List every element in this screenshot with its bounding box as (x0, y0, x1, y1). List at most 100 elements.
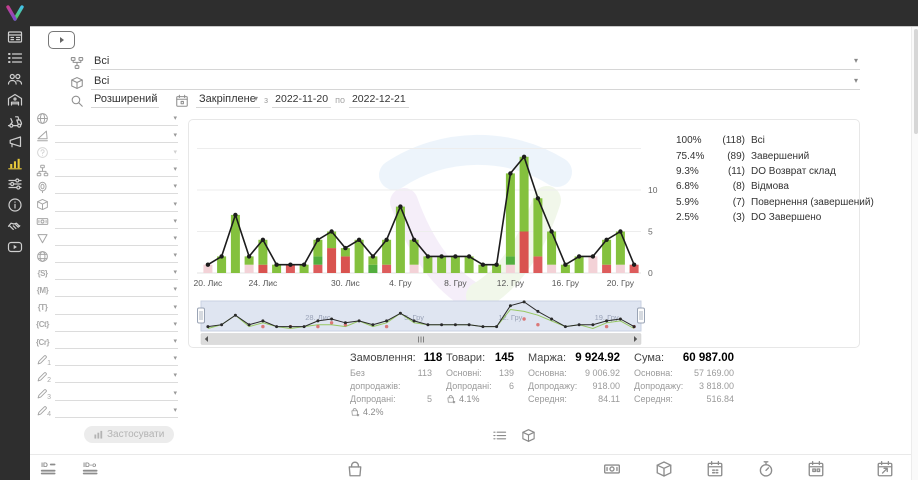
data-point[interactable] (206, 263, 210, 267)
bar-segment[interactable] (382, 265, 391, 273)
data-point[interactable] (632, 263, 636, 267)
chart-scrollbar[interactable] (201, 334, 641, 345)
bar-segment[interactable] (396, 207, 405, 273)
view-toggle-cube-icon[interactable] (521, 428, 536, 443)
sidebar-item-info-icon[interactable] (7, 197, 23, 213)
filter-select[interactable]: ▾ (55, 404, 178, 418)
data-point[interactable] (302, 263, 306, 267)
filter-select[interactable]: ▾ (55, 163, 178, 177)
filter-select[interactable]: ▾ (55, 112, 178, 126)
filter-select[interactable]: ▾ (55, 283, 178, 297)
legend-item[interactable]: 5.9% (7) Повернення (завершений) (661, 195, 874, 210)
bar-segment[interactable] (341, 256, 350, 273)
toolbar-id-o-lines-icon[interactable]: ID-o (80, 460, 102, 478)
bar-segment[interactable] (506, 265, 515, 273)
legend-item[interactable]: 75.4% (89) Завершений (661, 148, 874, 163)
sidebar-item-video-icon[interactable] (7, 239, 23, 255)
data-point[interactable] (219, 254, 223, 258)
view-toggle-list-icon[interactable] (492, 428, 507, 443)
toolbar-stopwatch-icon[interactable] (755, 460, 777, 478)
sidebar-item-customers-icon[interactable] (7, 71, 23, 87)
data-point[interactable] (591, 254, 595, 258)
data-point[interactable] (508, 171, 512, 175)
apply-button[interactable]: Застосувати (84, 426, 174, 443)
scrollbar-thumb[interactable] (914, 29, 918, 134)
filter-select[interactable]: ▾ (55, 232, 178, 246)
legend-item[interactable]: 6.8% (8) Відмова (661, 179, 874, 194)
sidebar-item-settings-sliders-icon[interactable] (7, 176, 23, 192)
data-point[interactable] (233, 213, 237, 217)
bar-segment[interactable] (451, 256, 460, 273)
data-point[interactable] (343, 246, 347, 250)
toolbar-bag-icon[interactable] (344, 460, 366, 478)
sidebar-item-announce-icon[interactable] (7, 134, 23, 150)
filter-select[interactable]: ▾ (55, 301, 178, 315)
bar-segment[interactable] (245, 265, 254, 273)
tutorial-video-button[interactable] (48, 31, 75, 49)
sidebar-item-partners-icon[interactable] (7, 218, 23, 234)
data-point[interactable] (398, 204, 402, 208)
toolbar-id-lines-icon[interactable]: ID (38, 460, 60, 478)
bar-segment[interactable] (313, 240, 322, 257)
data-point[interactable] (412, 238, 416, 242)
bar-segment[interactable] (327, 248, 336, 273)
bar-segment[interactable] (547, 232, 556, 265)
data-point[interactable] (439, 254, 443, 258)
data-point[interactable] (274, 263, 278, 267)
data-point[interactable] (577, 254, 581, 258)
filter-select[interactable]: ▾ (55, 352, 178, 366)
bar-segment[interactable] (616, 232, 625, 265)
data-point[interactable] (426, 254, 430, 258)
search-mode-select[interactable]: Розширений▾ (91, 93, 159, 108)
toolbar-cube-icon[interactable] (653, 460, 675, 478)
data-point[interactable] (371, 254, 375, 258)
filter-select[interactable]: ▾ (55, 266, 178, 280)
data-point[interactable] (522, 155, 526, 159)
data-point[interactable] (288, 263, 292, 267)
navigator-handle-left[interactable] (198, 308, 205, 323)
bar-segment[interactable] (258, 265, 267, 273)
data-point[interactable] (604, 238, 608, 242)
toolbar-calendar-grid-icon[interactable] (805, 460, 827, 478)
bar-segment[interactable] (520, 232, 529, 274)
sidebar-item-warehouse-icon[interactable] (7, 92, 23, 108)
bar-segment[interactable] (506, 256, 515, 264)
filter-select[interactable]: ▾ (55, 249, 178, 263)
filter-select[interactable]: ▾ (55, 146, 178, 160)
legend-item[interactable]: 100% (118) Всі (661, 133, 874, 148)
bar-segment[interactable] (506, 173, 515, 256)
data-point[interactable] (467, 254, 471, 258)
filter-select[interactable]: ▾ (55, 198, 178, 212)
bar-segment[interactable] (602, 265, 611, 273)
filter-select[interactable]: ▾ (55, 318, 178, 332)
date-from-input[interactable]: 2022-11-20 (272, 93, 331, 108)
data-point[interactable] (261, 238, 265, 242)
department-select[interactable]: Всі▾ (91, 55, 860, 70)
legend-item[interactable]: 9.3% (11) DO Возврат склад (661, 164, 874, 179)
page-scrollbar[interactable] (911, 26, 918, 480)
sidebar-item-analytics-icon[interactable] (7, 155, 23, 171)
bar-segment[interactable] (588, 256, 597, 273)
toolbar-calendar-export-icon[interactable] (874, 460, 896, 478)
bar-segment[interactable] (368, 265, 377, 273)
data-point[interactable] (329, 229, 333, 233)
sidebar-item-panel-icon[interactable] (7, 29, 23, 45)
bar-segment[interactable] (410, 265, 419, 273)
filter-select[interactable]: ▾ (55, 335, 178, 349)
legend-item[interactable]: 2.5% (3) DO Завершено (661, 210, 874, 225)
navigator-handle-right[interactable] (638, 308, 645, 323)
period-select[interactable]: Закріплене▾ (196, 93, 260, 108)
products-select[interactable]: Всі▾ (91, 75, 860, 90)
filter-select[interactable]: ▾ (55, 215, 178, 229)
data-point[interactable] (481, 263, 485, 267)
bar-segment[interactable] (313, 265, 322, 273)
bar-segment[interactable] (423, 256, 432, 273)
data-point[interactable] (357, 238, 361, 242)
bar-segment[interactable] (547, 265, 556, 273)
data-point[interactable] (453, 254, 457, 258)
data-point[interactable] (247, 254, 251, 258)
bar-segment[interactable] (313, 256, 322, 264)
filter-select[interactable]: ▾ (55, 129, 178, 143)
data-point[interactable] (563, 263, 567, 267)
data-point[interactable] (316, 238, 320, 242)
